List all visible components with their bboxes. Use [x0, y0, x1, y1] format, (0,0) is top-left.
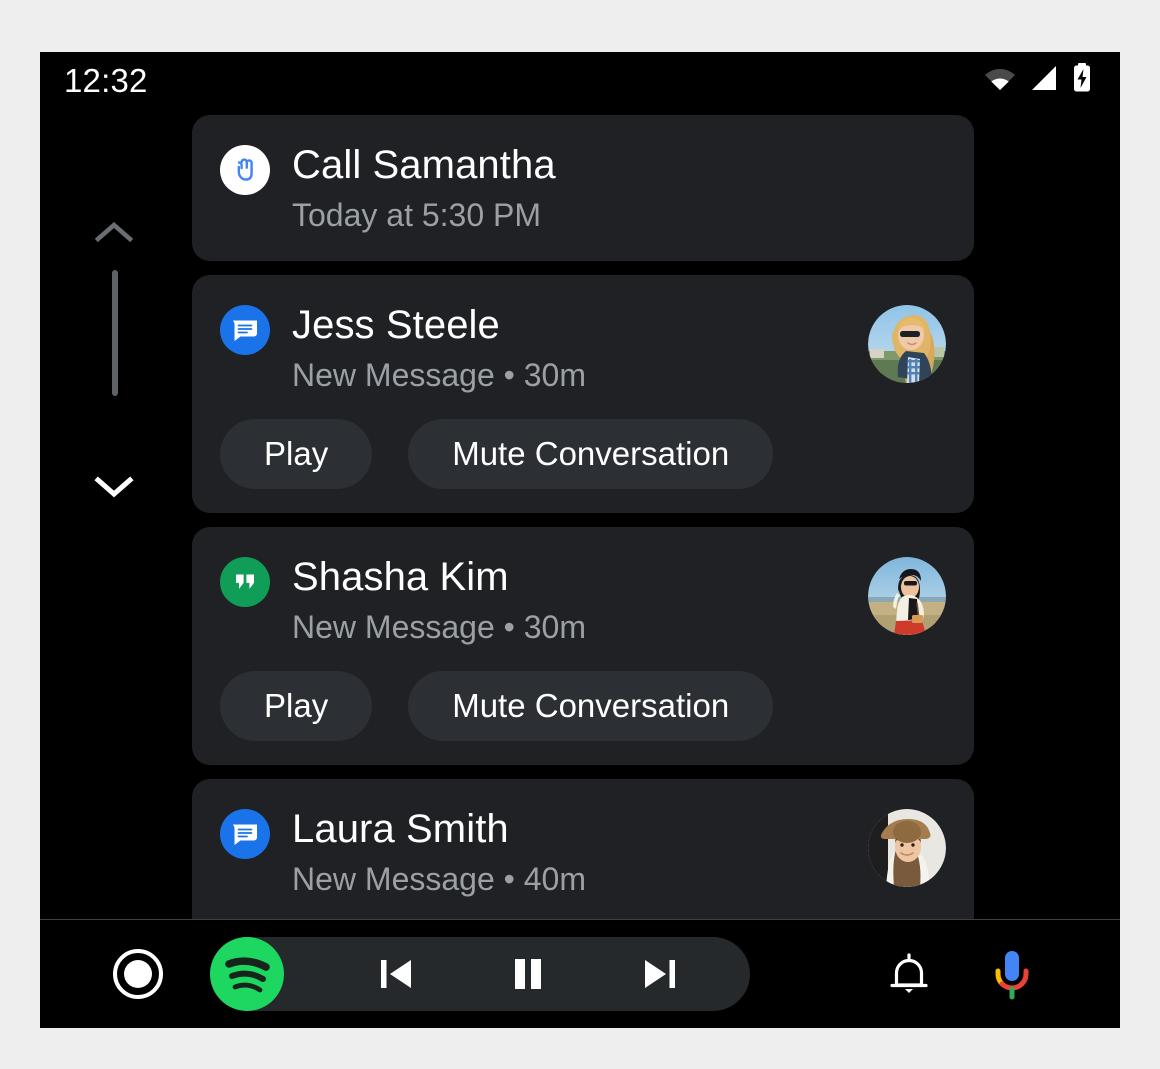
notification-subtitle: Today at 5:30 PM — [292, 197, 542, 233]
notification-subtitle: New Message • 40m — [292, 861, 586, 897]
scroll-up-button[interactable] — [92, 218, 136, 246]
chevron-up-icon — [94, 222, 134, 243]
scroll-down-button[interactable] — [92, 472, 136, 500]
notification-texts: Laura Smith New Message • 40m — [292, 805, 854, 901]
home-circle-icon — [113, 949, 163, 999]
play-button[interactable]: Play — [220, 671, 373, 741]
avatar — [868, 557, 946, 635]
device-screen: 12:32 Call Samantha Today at 5:30 PM Jes… — [40, 52, 1120, 1028]
notification-header: Shasha Kim New Message • 30m — [220, 553, 946, 649]
avatar — [868, 305, 946, 383]
notification-title: Shasha Kim — [292, 555, 509, 599]
play-button[interactable]: Play — [220, 419, 373, 489]
chevron-down-icon — [94, 476, 134, 498]
spotify-icon[interactable] — [207, 934, 287, 1014]
bottom-navigation-bar — [40, 919, 1120, 1028]
notifications-button[interactable] — [883, 948, 935, 1000]
skip-next-icon — [645, 960, 675, 988]
bell-icon — [890, 953, 928, 993]
notification-card-shasha-kim[interactable]: Shasha Kim New Message • 30m Play Mute C… — [192, 527, 974, 765]
reminder-icon — [220, 145, 270, 195]
notification-card-reminder[interactable]: Call Samantha Today at 5:30 PM — [192, 115, 974, 261]
notification-header: Laura Smith New Message • 40m — [220, 805, 946, 901]
notification-actions: Play Mute Conversation — [220, 671, 946, 741]
avatar — [868, 809, 946, 887]
wifi-icon — [984, 65, 1016, 96]
pause-icon — [515, 959, 541, 989]
play-pause-button[interactable] — [500, 946, 556, 1002]
notification-title: Laura Smith — [292, 807, 509, 851]
home-button[interactable] — [111, 947, 165, 1001]
cell-signal-icon — [1030, 65, 1058, 96]
notification-texts: Shasha Kim New Message • 30m — [292, 553, 854, 649]
skip-previous-icon — [381, 960, 411, 988]
google-mic-icon — [995, 951, 1029, 1000]
next-track-button[interactable] — [632, 946, 688, 1002]
notification-title: Call Samantha — [292, 143, 556, 187]
notification-subtitle: New Message • 30m — [292, 357, 586, 393]
messages-icon — [220, 305, 270, 355]
page-root: 12:32 Call Samantha Today at 5:30 PM Jes… — [0, 0, 1160, 1069]
status-bar: 12:32 — [40, 52, 1120, 108]
mute-conversation-button[interactable]: Mute Conversation — [408, 419, 774, 489]
scrollbar-thumb[interactable] — [112, 270, 118, 396]
notification-list[interactable]: Call Samantha Today at 5:30 PM Jess Stee… — [192, 115, 982, 975]
notification-title: Jess Steele — [292, 303, 500, 347]
notification-texts: Call Samantha Today at 5:30 PM — [292, 141, 946, 237]
previous-track-button[interactable] — [368, 946, 424, 1002]
assistant-button[interactable] — [986, 946, 1038, 1002]
notification-actions: Play Mute Conversation — [220, 419, 946, 489]
battery-charging-icon — [1072, 62, 1092, 98]
notification-header: Call Samantha Today at 5:30 PM — [220, 141, 946, 237]
hangouts-icon — [220, 557, 270, 607]
notification-texts: Jess Steele New Message • 30m — [292, 301, 854, 397]
status-clock: 12:32 — [64, 61, 148, 99]
notification-subtitle: New Message • 30m — [292, 609, 586, 645]
media-control-pill[interactable] — [210, 937, 750, 1011]
notification-header: Jess Steele New Message • 30m — [220, 301, 946, 397]
mute-conversation-button[interactable]: Mute Conversation — [408, 671, 774, 741]
notification-card-jess-steele[interactable]: Jess Steele New Message • 30m Play Mute … — [192, 275, 974, 513]
scrollbar[interactable] — [64, 202, 164, 622]
status-icons — [984, 62, 1092, 98]
messages-icon — [220, 809, 270, 859]
